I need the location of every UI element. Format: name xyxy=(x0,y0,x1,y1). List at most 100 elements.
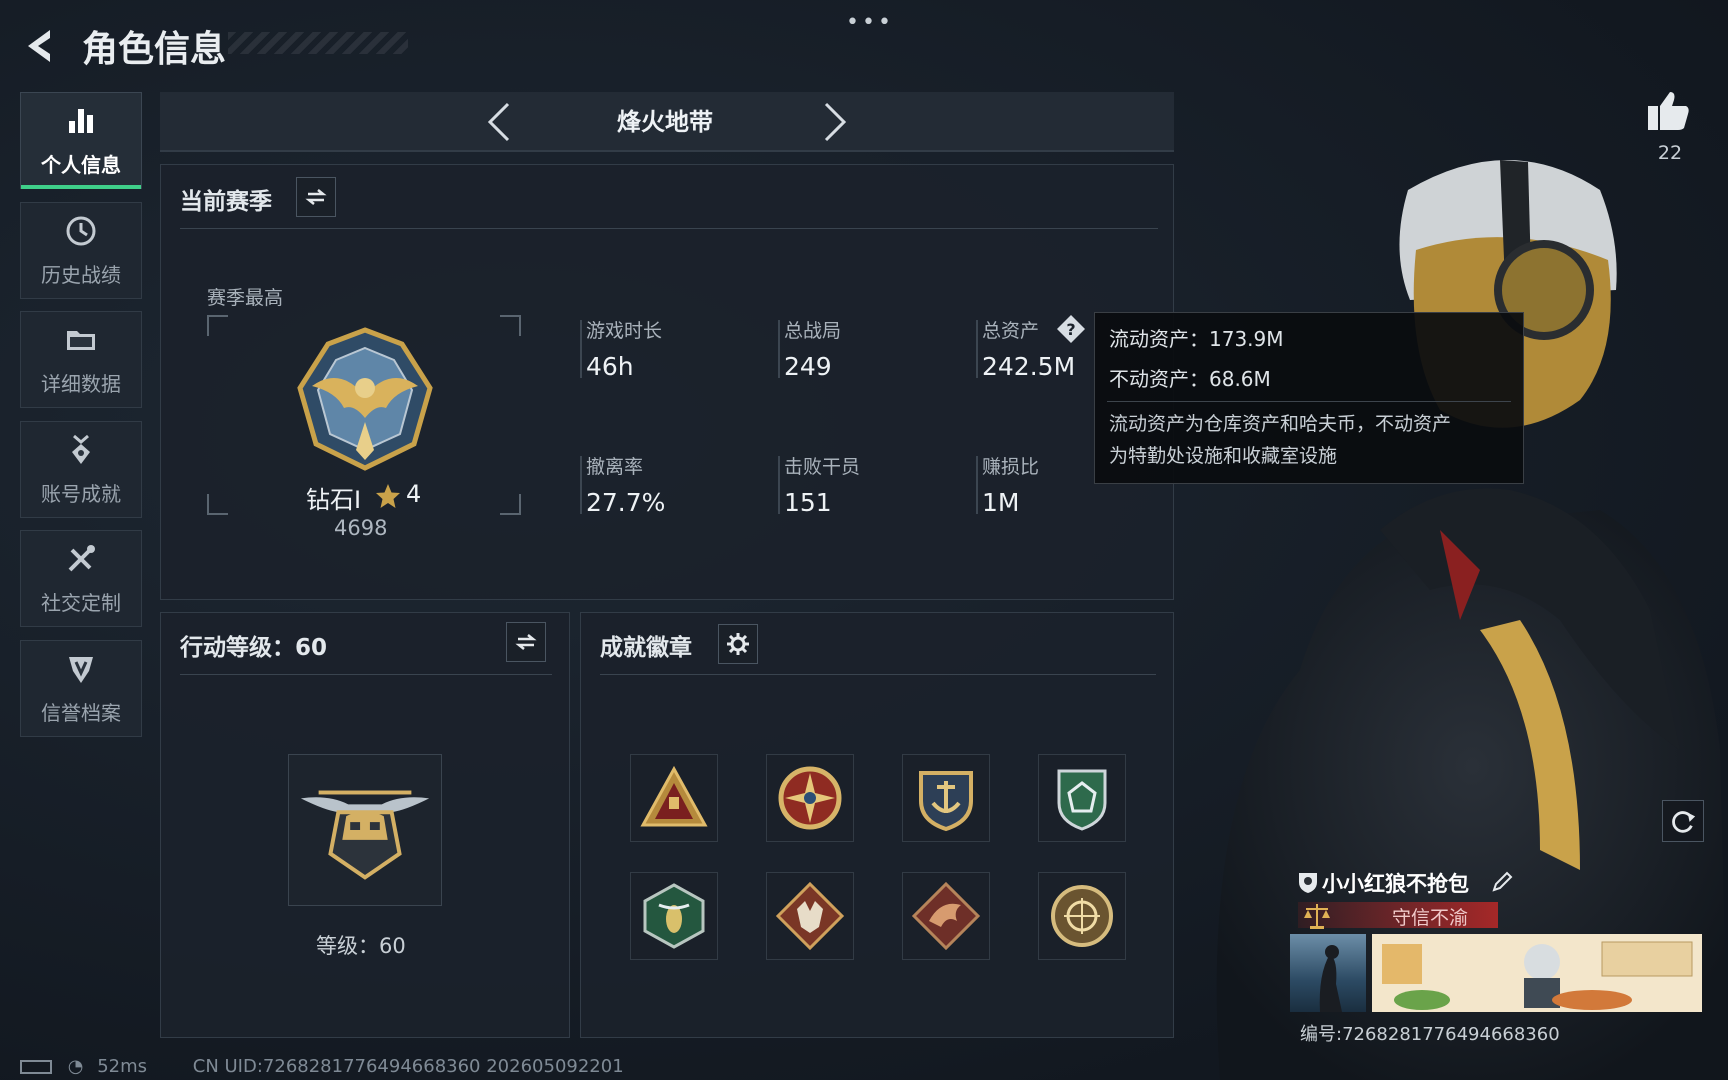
level-text: 等级：60 xyxy=(316,934,406,958)
divider xyxy=(600,674,1156,675)
compass-star-badge-icon xyxy=(778,766,842,830)
folder-icon xyxy=(63,322,99,362)
wolf-diamond-badge-icon xyxy=(775,881,845,951)
stat-label: 总资产 xyxy=(982,320,1040,342)
asset-tooltip: 流动资产：173.9M 不动资产：68.6M 流动资产为仓库资产和哈夫币，不动资… xyxy=(1094,312,1524,484)
badge-settings-button[interactable] xyxy=(718,624,758,664)
stat-divider xyxy=(976,320,978,378)
rank-name: 钻石Ⅰ xyxy=(306,486,362,514)
badge-slot[interactable] xyxy=(630,754,718,842)
back-arrow-icon[interactable] xyxy=(20,26,60,66)
sidebar-item-history[interactable]: 历史战绩 xyxy=(20,202,142,299)
rank-points: 4698 xyxy=(334,516,388,540)
player-serial: 编号:7268281776494668360 xyxy=(1300,1024,1560,1045)
like-count: 22 xyxy=(1657,142,1683,164)
badge-slot[interactable] xyxy=(630,872,718,960)
stat-value: 27.7% xyxy=(586,488,666,517)
sidebar-item-achievements[interactable]: 账号成就 xyxy=(20,421,142,518)
season-title: 当前赛季 xyxy=(180,189,272,215)
chevron-left-icon[interactable] xyxy=(484,100,514,144)
rank-stars: 4 xyxy=(406,480,422,508)
tooltip-fixed: 不动资产：68.6M xyxy=(1109,367,1271,391)
scales-icon xyxy=(1304,904,1330,929)
sidebar-item-social[interactable]: 社交定制 xyxy=(20,530,142,627)
sidebar-item-personal-info[interactable]: 个人信息 xyxy=(20,92,142,189)
switch-level-button[interactable] xyxy=(506,622,546,662)
clock-icon xyxy=(63,213,99,253)
title-decoration xyxy=(228,32,408,54)
mode-title: 烽火地带 xyxy=(617,108,713,136)
help-icon[interactable]: ? xyxy=(1056,314,1086,344)
divider xyxy=(1107,401,1511,402)
sidebar-item-label: 历史战绩 xyxy=(41,263,121,287)
ping-value: 52ms xyxy=(97,1056,148,1077)
sidebar-item-label: 个人信息 xyxy=(41,153,121,177)
badge-slot[interactable] xyxy=(902,754,990,842)
sidebar-item-label: 社交定制 xyxy=(41,591,121,615)
stat-label: 撤离率 xyxy=(586,456,644,478)
status-bar: ◔ 52ms CN UID:7268281776494668360 202605… xyxy=(20,1056,624,1077)
gear-icon xyxy=(727,633,749,655)
anchor-shield-badge-icon xyxy=(919,771,973,832)
stat-label: 游戏时长 xyxy=(586,320,663,342)
profile-photo[interactable] xyxy=(1290,934,1366,1012)
sidebar-item-label: 账号成就 xyxy=(41,482,121,506)
tooltip-desc: 为特勤处设施和收藏室设施 xyxy=(1109,445,1338,467)
badge-slot[interactable] xyxy=(1038,754,1126,842)
edit-pencil-icon[interactable] xyxy=(1490,870,1514,894)
rotate-icon xyxy=(1672,811,1696,833)
diamond-rank-emblem-icon xyxy=(297,327,433,471)
divider xyxy=(180,228,1158,229)
green-shield-badge-icon xyxy=(1057,769,1107,831)
tools-icon xyxy=(63,541,99,581)
level-emblem-frame xyxy=(288,754,442,906)
dragon-diamond-badge-icon xyxy=(911,881,981,951)
stat-value: 151 xyxy=(784,488,832,517)
divider xyxy=(180,674,552,675)
stat-divider xyxy=(778,320,780,378)
switch-season-button[interactable] xyxy=(296,177,336,217)
sidebar-item-detail-data[interactable]: 详细数据 xyxy=(20,311,142,408)
battery-icon xyxy=(20,1060,52,1074)
player-name: 小小红狼不抢包 xyxy=(1322,872,1469,896)
stat-value: 249 xyxy=(784,352,832,381)
profile-banner[interactable] xyxy=(1372,934,1702,1012)
stat-value: 1M xyxy=(982,488,1020,517)
medal-icon xyxy=(63,432,99,472)
sidebar-item-label: 详细数据 xyxy=(41,372,121,396)
sidebar-item-label: 信誉档案 xyxy=(41,701,121,725)
uid-text: CN UID:7268281776494668360 202605092201 xyxy=(192,1056,624,1077)
shield-icon xyxy=(63,651,99,691)
thumbs-up-icon[interactable] xyxy=(1644,86,1692,134)
reputation-title: 守信不渝 xyxy=(1391,907,1468,929)
tooltip-liquid: 流动资产：173.9M xyxy=(1109,327,1284,351)
season-best-label: 赛季最高 xyxy=(207,287,284,309)
action-level-title: 行动等级：60 xyxy=(180,635,328,661)
swap-icon xyxy=(305,189,327,205)
badge-slot[interactable] xyxy=(766,872,854,960)
wifi-icon: ◔ xyxy=(67,1056,84,1077)
badge-slot[interactable] xyxy=(766,754,854,842)
badges-title: 成就徽章 xyxy=(600,635,692,661)
stat-label: 总战局 xyxy=(784,320,842,342)
stat-divider xyxy=(580,320,582,378)
badge-slot[interactable] xyxy=(1038,872,1126,960)
stat-divider xyxy=(580,456,582,514)
hornet-hex-badge-icon xyxy=(643,883,705,949)
badge-slot[interactable] xyxy=(902,872,990,960)
swap-icon xyxy=(515,634,537,650)
stat-label: 击败干员 xyxy=(784,456,861,478)
stat-value: 46h xyxy=(586,352,634,381)
tooltip-desc: 流动资产为仓库资产和哈夫币，不动资产 xyxy=(1109,413,1452,435)
rotate-model-button[interactable] xyxy=(1662,800,1704,842)
page-title: 角色信息 xyxy=(82,29,227,70)
svg-text:?: ? xyxy=(1066,320,1075,339)
helicopter-emblem-icon xyxy=(300,790,430,880)
more-options-icon[interactable]: ••• xyxy=(846,10,894,35)
bar-chart-icon xyxy=(63,103,99,143)
star-icon xyxy=(376,484,400,508)
stat-divider xyxy=(976,456,978,514)
sidebar-item-reputation[interactable]: 信誉档案 xyxy=(20,640,142,737)
chevron-right-icon[interactable] xyxy=(820,100,850,144)
shield-badge-icon xyxy=(1299,873,1317,893)
